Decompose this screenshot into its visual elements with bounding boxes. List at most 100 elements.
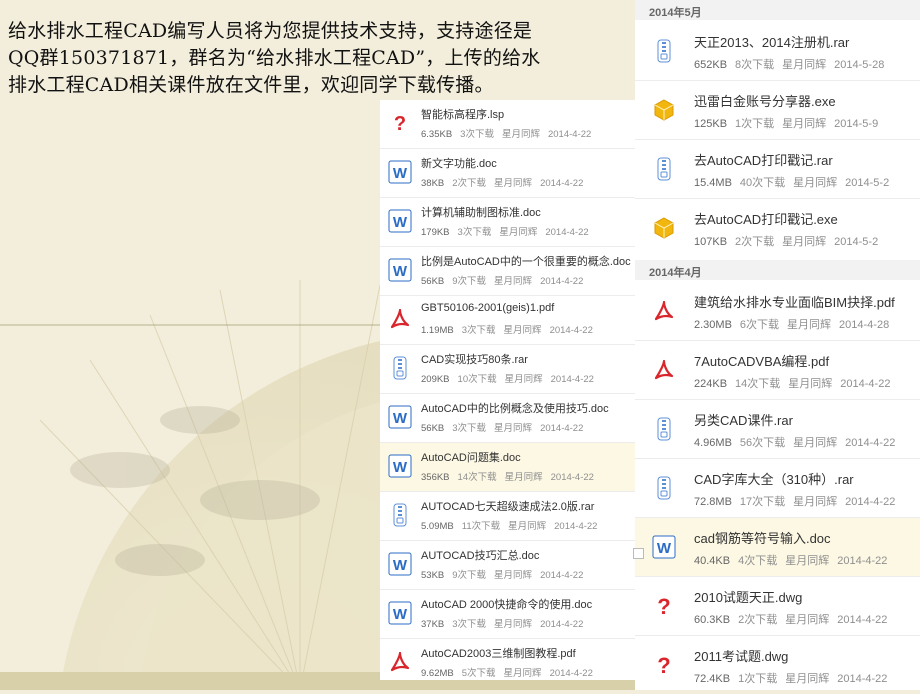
file-item[interactable]: 去AutoCAD打印戳记.rar 15.4MB 40次下载 星月同辉 2014-5-2 [635,140,920,198]
file-size: 56KB [421,423,445,434]
word-icon: W [388,258,412,282]
file-name[interactable]: cad钢筋等符号输入.doc [694,528,831,547]
select-checkbox[interactable] [633,548,644,559]
file-downloads: 2次下载 [735,236,775,248]
file-item[interactable]: W 计算机辅助制图标准.doc 179KB 3次下载 星月同辉 2014-4-22 [380,198,635,246]
file-name[interactable]: 2010试题天正.dwg [694,587,802,606]
file-name[interactable]: 建筑给水排水专业面临BIM抉择.pdf [694,292,895,311]
file-uploader: 星月同辉 [494,570,533,581]
file-uploader: 星月同辉 [793,496,838,508]
file-item[interactable]: 另类CAD课件.rar 4.96MB 56次下载 星月同辉 2014-4-22 [635,400,920,458]
file-downloads: 5次下载 [461,668,496,679]
file-item[interactable]: CAD字库大全（310种）.rar 72.8MB 17次下载 星月同辉 2014-4-… [635,459,920,517]
question-icon: ? [657,653,670,677]
file-uploader: 星月同辉 [504,472,543,483]
file-name[interactable]: AutoCAD2003三维制图教程.pdf [421,645,576,661]
file-name[interactable]: 另类CAD课件.rar [694,410,793,429]
file-downloads: 9次下载 [452,276,487,287]
file-size: 53KB [421,570,445,581]
file-uploader: 星月同辉 [793,177,838,189]
file-downloads: 3次下载 [452,619,487,630]
file-item[interactable]: W AutoCAD问题集.doc 356KB 14次下载 星月同辉 2014-4-22 [380,443,635,491]
file-item[interactable]: ? 2011考试题.dwg 72.4KB 1次下载 星月同辉 2014-4-22 [635,636,920,694]
notice-line: 给水排水工程CAD编写人员将为您提供技术支持，支持途径是 [8,20,533,42]
file-date: 2014-4-22 [540,423,584,434]
file-item[interactable]: 迅雷白金账号分享器.exe 125KB 1次下载 星月同辉 2014-5-9 [635,81,920,139]
file-downloads: 40次下载 [739,177,786,189]
question-icon: ? [657,594,670,618]
file-downloads: 3次下载 [457,227,492,238]
file-item[interactable]: GBT50106-2001(geis)1.pdf 1.19MB 3次下载 星月同辉 2… [380,296,635,344]
file-item[interactable]: 建筑给水排水专业面临BIM抉择.pdf 2.30MB 6次下载 星月同辉 2014-4… [635,282,920,340]
file-item[interactable]: W 比例是AutoCAD中的一个很重要的概念.doc 56KB 9次下载 星月同辉 2… [380,247,635,295]
svg-text:W: W [657,540,672,557]
word-icon: W [388,209,412,233]
file-name[interactable]: 2011考试题.dwg [694,646,788,665]
file-meta: 15.4MB 40次下载 星月同辉 2014-5-2 [694,174,897,190]
exe-icon [654,217,674,239]
file-item[interactable]: CAD实现技巧80条.rar 209KB 10次下载 星月同辉 2014-4-22 [380,345,635,393]
file-name[interactable]: AutoCAD中的比例概念及使用技巧.doc [421,400,609,416]
file-uploader: 星月同辉 [499,227,538,238]
word-icon: W [388,552,412,576]
file-name[interactable]: 新文字功能.doc [421,155,497,171]
file-name[interactable]: CAD字库大全（310种）.rar [694,469,854,488]
file-size: 209KB [421,374,450,385]
file-item[interactable]: AUTOCAD七天超级速成法2.0版.rar 5.09MB 11次下载 星月同辉 20… [380,492,635,540]
file-item[interactable]: 去AutoCAD打印戳记.exe 107KB 2次下载 星月同辉 2014-5-2 [635,199,920,257]
file-meta: 40.4KB 4次下载 星月同辉 2014-4-22 [694,552,895,568]
file-size: 72.4KB [694,673,731,685]
file-meta: 179KB 3次下载 星月同辉 2014-4-22 [421,224,597,238]
file-name[interactable]: AUTOCAD技巧汇总.doc [421,547,539,563]
exe-icon [654,99,674,121]
file-name[interactable]: 计算机辅助制图标准.doc [421,204,541,220]
file-name[interactable]: AUTOCAD七天超级速成法2.0版.rar [421,498,594,514]
file-uploader: 星月同辉 [494,423,533,434]
svg-text:W: W [393,214,408,231]
file-item[interactable]: W AutoCAD中的比例概念及使用技巧.doc 56KB 3次下载 星月同辉 201… [380,394,635,442]
file-item[interactable]: W AUTOCAD技巧汇总.doc 53KB 9次下载 星月同辉 2014-4-22 [380,541,635,589]
file-item[interactable]: 天正2013、2014注册机.rar 652KB 8次下载 星月同辉 2014-5-2… [635,22,920,80]
right-file-list: 2014年5月 天正2013、2014注册机.rar 652KB 8次下载 星月同辉… [633,0,920,690]
file-downloads: 1次下载 [735,118,775,130]
file-meta: 125KB 1次下载 星月同辉 2014-5-9 [694,115,886,131]
zip-icon [657,476,671,500]
file-name[interactable]: 去AutoCAD打印戳记.exe [694,209,838,228]
file-item[interactable]: ? 智能标高程序.lsp 6.35KB 3次下载 星月同辉 2014-4-22 [380,100,635,148]
file-date: 2014-4-22 [840,378,891,390]
file-meta: 53KB 9次下载 星月同辉 2014-4-22 [421,567,591,581]
file-name[interactable]: AutoCAD问题集.doc [421,449,521,465]
file-meta: 107KB 2次下载 星月同辉 2014-5-2 [694,233,886,249]
word-icon: W [388,160,412,184]
file-uploader: 星月同辉 [785,673,830,685]
file-item[interactable]: ? 2010试题天正.dwg 60.3KB 2次下载 星月同辉 2014-4-22 [635,577,920,635]
file-size: 40.4KB [694,555,731,567]
file-size: 15.4MB [694,177,732,189]
notice-line: QQ群150371871，群名为“给水排水工程CAD”，上传的给水 [8,47,541,69]
file-downloads: 3次下载 [452,423,487,434]
file-name[interactable]: 去AutoCAD打印戳记.rar [694,150,833,169]
group-title: 2014年5月 [649,7,702,19]
notice-text: 给水排水工程CAD编写人员将为您提供技术支持，支持途径是 QQ群15037187… [8,18,628,99]
file-size: 9.62MB [421,668,454,679]
file-item[interactable]: W AutoCAD 2000快捷命令的使用.doc 37KB 3次下载 星月同辉 20… [380,590,635,638]
file-meta: 56KB 9次下载 星月同辉 2014-4-22 [421,273,591,287]
file-name[interactable]: 天正2013、2014注册机.rar [694,32,849,51]
file-name[interactable]: CAD实现技巧80条.rar [421,351,528,367]
file-item[interactable]: AutoCAD2003三维制图教程.pdf 9.62MB 5次下载 星月同辉 2014… [380,639,635,687]
file-item[interactable]: W 新文字功能.doc 38KB 2次下载 星月同辉 2014-4-22 [380,149,635,197]
file-item[interactable]: W cad钢筋等符号输入.doc 40.4KB 4次下载 星月同辉 2014-4-22 [633,518,920,576]
file-item[interactable]: 7AutoCADVBA编程.pdf 224KB 14次下载 星月同辉 2014-4-2… [635,341,920,399]
file-date: 2014-4-22 [550,472,594,483]
svg-text:W: W [393,165,408,182]
file-name[interactable]: 7AutoCADVBA编程.pdf [694,351,829,370]
file-name[interactable]: 比例是AutoCAD中的一个很重要的概念.doc [421,253,631,269]
file-name[interactable]: GBT50106-2001(geis)1.pdf [421,302,554,314]
file-meta: 224KB 14次下载 星月同辉 2014-4-22 [694,375,898,391]
file-downloads: 6次下载 [739,319,780,331]
file-uploader: 星月同辉 [787,319,832,331]
file-name[interactable]: 智能标高程序.lsp [421,106,504,122]
file-size: 5.09MB [421,521,454,532]
file-name[interactable]: 迅雷白金账号分享器.exe [694,91,836,110]
file-name[interactable]: AutoCAD 2000快捷命令的使用.doc [421,596,592,612]
